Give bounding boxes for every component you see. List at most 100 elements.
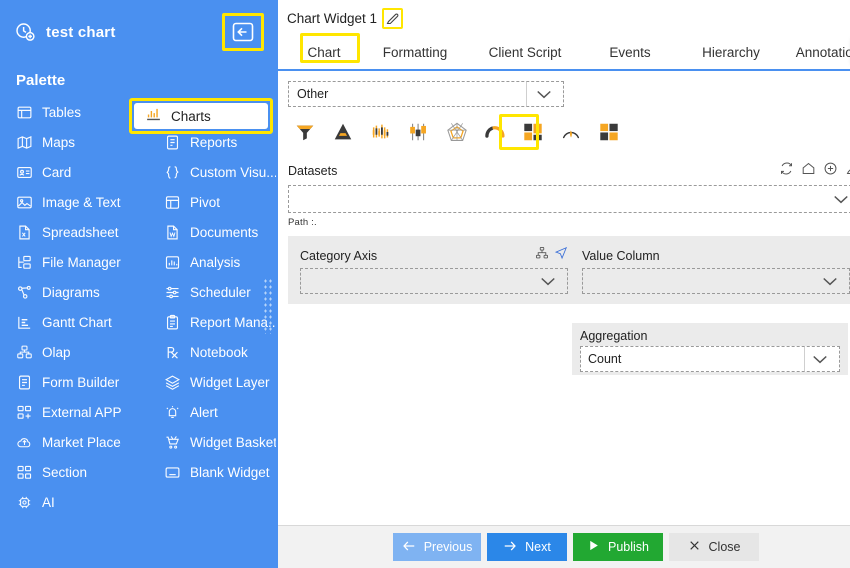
gauge-chart-icon[interactable] [554, 117, 588, 147]
sidebar-item-label: Form Builder [42, 374, 120, 390]
edit-pencil-icon[interactable] [845, 161, 850, 181]
gantt-icon [16, 314, 33, 331]
sidebar-header: test chart [0, 0, 276, 64]
axis-fields-band: Category Axis Value Column [288, 236, 850, 304]
sidebar-item-olap[interactable]: Olap [16, 337, 164, 367]
sidebar-item-label: Diagrams [42, 284, 100, 300]
sidebar-item-analysis[interactable]: Analysis [164, 247, 292, 277]
add-circle-icon[interactable] [823, 161, 838, 181]
sidebar-item-card[interactable]: Card [16, 157, 164, 187]
tab-client-script[interactable]: Client Script [470, 45, 580, 69]
radar-chart-icon[interactable] [440, 117, 474, 147]
spreadsheet-icon [16, 224, 33, 241]
braces-icon [164, 164, 181, 181]
datasets-select[interactable] [288, 185, 850, 213]
content-panel: Chart Widget 1 Chart Formatting Client S… [276, 0, 850, 568]
sidebar-resize-handle[interactable] [263, 278, 273, 334]
sidebar-item-alert[interactable]: Alert [164, 397, 292, 427]
sidebar-item-label: Tables [42, 104, 82, 120]
sidebar-item-diagrams[interactable]: Diagrams [16, 277, 164, 307]
aggregation-select[interactable]: Count [580, 346, 840, 372]
sidebar-item-widget-layer[interactable]: Widget Layer [164, 367, 292, 397]
olap-cube-icon [16, 344, 33, 361]
aggregation-label: Aggregation [580, 329, 648, 343]
cursor-arrow-icon[interactable] [554, 246, 568, 265]
dataset-path-text: Path :. [288, 217, 317, 228]
card-icon [16, 164, 33, 181]
refresh-icon[interactable] [779, 161, 794, 181]
sidebar-item-documents[interactable]: Documents [164, 217, 292, 247]
sidebar-item-pivot[interactable]: Pivot [164, 187, 292, 217]
sidebar-item-file-manager[interactable]: File Manager [16, 247, 164, 277]
tab-hierarchy[interactable]: Hierarchy [680, 45, 782, 69]
edit-pencil-icon[interactable] [385, 11, 400, 26]
arrow-right-icon [503, 540, 517, 555]
funnel-chart-icon[interactable] [288, 117, 322, 147]
value-column-select[interactable] [582, 267, 850, 294]
tab-events[interactable]: Events [580, 45, 680, 69]
sidebar-item-label: Spreadsheet [42, 224, 119, 240]
sidebar-item-charts[interactable]: Charts [134, 103, 268, 129]
sidebar-item-market-place[interactable]: Market Place [16, 427, 164, 457]
sidebar-item-label: Custom Visu... [190, 164, 278, 180]
tab-annotation[interactable]: Annotation [782, 45, 850, 69]
chart-category-select[interactable]: Other [288, 81, 564, 107]
chart-category-value: Other [297, 87, 329, 101]
sidebar-item-label: Notebook [190, 344, 248, 360]
sidebar-item-label: Blank Widget [190, 464, 270, 480]
prescription-icon [164, 344, 181, 361]
hierarchy-icon[interactable] [535, 246, 549, 265]
tile-map-chart-icon[interactable] [592, 117, 626, 147]
sidebar-collapse-button[interactable] [227, 18, 259, 46]
button-label: Previous [423, 540, 473, 554]
sidebar-item-blank-widget[interactable]: Blank Widget [164, 457, 292, 487]
sidebar-item-external-app[interactable]: External APP [16, 397, 164, 427]
sidebar-item-form-builder[interactable]: Form Builder [16, 367, 164, 397]
sidebar-item-label: Gantt Chart [42, 314, 112, 330]
sidebar-item-notebook[interactable]: Notebook [164, 337, 292, 367]
sidebar-item-label: Market Place [42, 434, 121, 450]
pyramid-chart-icon[interactable] [326, 117, 360, 147]
boxplot-chart-icon[interactable] [402, 117, 436, 147]
chevron-down-icon [820, 274, 840, 293]
sidebar-item-label: File Manager [42, 254, 121, 270]
sidebar-item-label: External APP [42, 404, 122, 420]
palette-empty-slot [164, 487, 292, 517]
tab-label: Formatting [382, 45, 448, 60]
home-icon[interactable] [801, 161, 816, 181]
category-axis-select[interactable] [300, 267, 568, 294]
palette-heading: Palette [16, 72, 66, 89]
sidebar-item-image-text[interactable]: Image & Text [16, 187, 164, 217]
blank-widget-icon [164, 464, 181, 481]
sidebar-item-ai[interactable]: AI [16, 487, 164, 517]
ai-chip-icon [16, 494, 33, 511]
chevron-down-icon [534, 87, 554, 104]
datasets-header: Datasets [288, 161, 850, 181]
collapse-highlight [222, 13, 264, 51]
aggregation-value: Count [588, 352, 622, 366]
sidebar-item-custom-visual[interactable]: Custom Visu... [164, 157, 292, 187]
sidebar-item-label: Pivot [190, 194, 221, 210]
basket-icon [164, 434, 181, 451]
bar-chart-icon [145, 106, 162, 126]
image-text-icon [16, 194, 33, 211]
next-button[interactable]: Next [487, 533, 567, 561]
button-label: Next [525, 540, 551, 554]
sidebar-item-section[interactable]: Section [16, 457, 164, 487]
tab-formatting[interactable]: Formatting [360, 45, 470, 69]
sidebar-item-label: Maps [42, 134, 76, 150]
layers-icon [164, 374, 181, 391]
clipboard-icon [164, 314, 181, 331]
publish-button[interactable]: Publish [573, 533, 663, 561]
category-axis-actions [535, 246, 568, 265]
sidebar-item-spreadsheet[interactable]: Spreadsheet [16, 217, 164, 247]
previous-button[interactable]: Previous [393, 533, 481, 561]
close-button[interactable]: Close [669, 533, 759, 561]
candlestick-chart-icon[interactable] [364, 117, 398, 147]
sidebar-item-label: Reports [190, 134, 238, 150]
sidebar-item-gantt-chart[interactable]: Gantt Chart [16, 307, 164, 337]
sidebar-item-widget-basket[interactable]: Widget Basket [164, 427, 292, 457]
play-icon [587, 539, 600, 555]
sidebar-item-label: Widget Layer [190, 374, 270, 390]
button-label: Publish [608, 540, 649, 554]
